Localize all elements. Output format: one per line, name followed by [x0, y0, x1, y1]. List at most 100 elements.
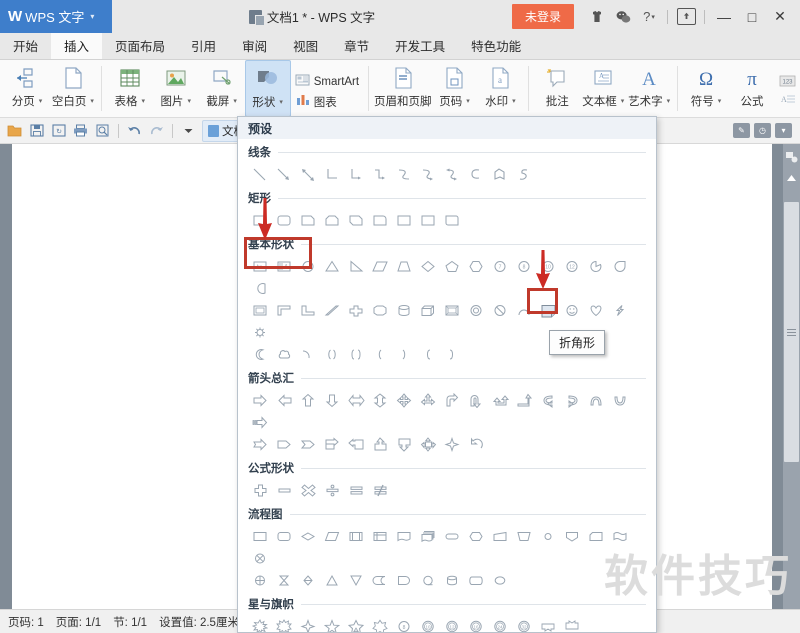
restore-up-button[interactable] — [673, 4, 699, 30]
ribbon-button-textbox[interactable]: A 文本框 ▾ — [580, 60, 626, 117]
shape-flow-internal-storage[interactable] — [368, 525, 392, 547]
shape-elbow-connector[interactable] — [320, 163, 344, 185]
shape-snip-same-side-corner[interactable] — [320, 209, 344, 231]
shape-freeform-scribble[interactable] — [488, 163, 512, 185]
shape-sun[interactable] — [248, 321, 272, 343]
shape-snip-diagonal-corner[interactable] — [344, 209, 368, 231]
customize-caret-icon[interactable] — [178, 120, 199, 141]
print-icon[interactable] — [70, 120, 91, 141]
shape-flow-terminator[interactable] — [440, 525, 464, 547]
shape-teardrop[interactable] — [608, 255, 632, 277]
shape-flow-direct-access[interactable] — [464, 569, 488, 591]
shape-flow-card[interactable] — [584, 525, 608, 547]
shape-scribble[interactable] — [512, 163, 536, 185]
tab-start[interactable]: 开始 — [0, 33, 51, 59]
shape-rectangle[interactable] — [248, 209, 272, 231]
shape-chevron-arrow[interactable] — [296, 433, 320, 455]
shape-bent-up-arrow[interactable] — [512, 389, 536, 411]
save-as-icon[interactable]: ↻ — [48, 120, 69, 141]
shape-snip-single-corner[interactable] — [296, 209, 320, 231]
ribbon-button-chart[interactable]: 图表 — [295, 93, 359, 110]
tab-special-features[interactable]: 特色功能 — [458, 33, 534, 59]
shape-flow-extract[interactable] — [320, 569, 344, 591]
shape-flow-collate[interactable] — [272, 569, 296, 591]
ribbon-button-page-break[interactable]: 分页 ▾ — [4, 60, 50, 117]
tab-insert[interactable]: 插入 — [51, 33, 103, 59]
shape-bevel[interactable] — [440, 299, 464, 321]
shape-no-symbol[interactable] — [488, 299, 512, 321]
shape-star-5[interactable] — [320, 615, 344, 632]
save-icon[interactable] — [26, 120, 47, 141]
shape-flow-multidocument[interactable] — [416, 525, 440, 547]
shape-rounded-rectangle[interactable] — [272, 209, 296, 231]
shape-curved-right-arrow[interactable] — [560, 389, 584, 411]
shape-flow-punched-tape[interactable] — [608, 525, 632, 547]
shape-diamond[interactable] — [416, 255, 440, 277]
shape-star-8[interactable]: 8 — [392, 615, 416, 632]
close-button[interactable]: ✕ — [766, 4, 794, 30]
maximize-button[interactable]: □ — [738, 4, 766, 30]
shape-round-same-side-corner[interactable] — [416, 209, 440, 231]
ribbon-button-blank-page[interactable]: 空白页 ▾ — [50, 60, 96, 117]
shape-down-ribbon[interactable] — [560, 615, 584, 632]
shape-double-brace[interactable] — [344, 343, 368, 365]
shape-vertical-text-box[interactable]: A — [272, 255, 296, 277]
shape-notched-right-arrow[interactable] — [248, 433, 272, 455]
shape-text-box[interactable]: A≡ — [248, 255, 272, 277]
shape-oval[interactable] — [296, 255, 320, 277]
pen-tool-icon[interactable]: ✎ — [733, 123, 750, 138]
scroll-up-button[interactable] — [783, 170, 800, 186]
shape-can[interactable] — [392, 299, 416, 321]
shape-hexagon[interactable] — [464, 255, 488, 277]
ribbon-button-comment[interactable]: 批注 — [534, 60, 580, 117]
ribbon-button-watermark[interactable]: a 水印 ▾ — [477, 60, 523, 117]
shape-flow-magnetic-disk[interactable] — [440, 569, 464, 591]
shape-curved-down-arrow[interactable] — [608, 389, 632, 411]
shape-left-arrow[interactable] — [272, 389, 296, 411]
shape-cloud[interactable] — [272, 343, 296, 365]
shape-left-right-arrow[interactable] — [344, 389, 368, 411]
shape-four-point-star-arrow[interactable] — [440, 433, 464, 455]
shape-curved-arrow[interactable] — [416, 163, 440, 185]
open-icon[interactable] — [4, 120, 25, 141]
shape-pentagon[interactable] — [440, 255, 464, 277]
shape-up-arrow[interactable] — [296, 389, 320, 411]
shape-divide[interactable] — [320, 479, 344, 501]
ribbon-button-table[interactable]: 表格 ▾ — [107, 60, 153, 117]
shape-flow-stored-data[interactable] — [368, 569, 392, 591]
print-preview-icon[interactable] — [92, 120, 113, 141]
shape-corner[interactable] — [272, 299, 296, 321]
ribbon-button-wordart[interactable]: A 艺术字 ▾ — [626, 60, 672, 117]
login-button[interactable]: 未登录 — [511, 4, 574, 29]
shape-left-bracket[interactable] — [320, 343, 344, 365]
shape-smiley-face[interactable] — [560, 299, 584, 321]
shape-multiply[interactable] — [296, 479, 320, 501]
shape-line[interactable] — [248, 163, 272, 185]
shape-curved-up-arrow[interactable] — [584, 389, 608, 411]
shape-right-arrow[interactable] — [248, 389, 272, 411]
ribbon-button-picture[interactable]: 图片 ▾ — [153, 60, 199, 117]
shape-flow-preparation[interactable] — [464, 525, 488, 547]
ribbon-button-number-field[interactable]: 123 — [779, 75, 796, 90]
shape-flow-merge[interactable] — [344, 569, 368, 591]
shape-flow-offpage-connector[interactable] — [560, 525, 584, 547]
shape-right-triangle[interactable] — [344, 255, 368, 277]
shape-left-arrow-callout[interactable] — [344, 433, 368, 455]
shape-quad-arrow-callout[interactable] — [416, 433, 440, 455]
tab-section[interactable]: 章节 — [331, 33, 382, 59]
shape-not-equal[interactable] — [368, 479, 392, 501]
shape-right-arrow-callout[interactable] — [320, 433, 344, 455]
ribbon-button-shapes[interactable]: 形状 ▾ — [244, 60, 291, 117]
shape-up-ribbon[interactable] — [536, 615, 560, 632]
tab-developer[interactable]: 开发工具 — [382, 33, 458, 59]
shape-flow-delay[interactable] — [392, 569, 416, 591]
shape-flow-display[interactable] — [488, 569, 512, 591]
shape-line-arrow[interactable] — [272, 163, 296, 185]
shape-star-7[interactable] — [368, 615, 392, 632]
ribbon-button-equation[interactable]: π 公式 — [729, 60, 775, 117]
shape-flow-or[interactable] — [248, 569, 272, 591]
ribbon-button-text-field[interactable]: A — [779, 93, 796, 108]
shirt-icon[interactable] — [584, 4, 610, 30]
shape-heptagon[interactable]: 7 — [488, 255, 512, 277]
shape-star-16[interactable]: 16 — [464, 615, 488, 632]
